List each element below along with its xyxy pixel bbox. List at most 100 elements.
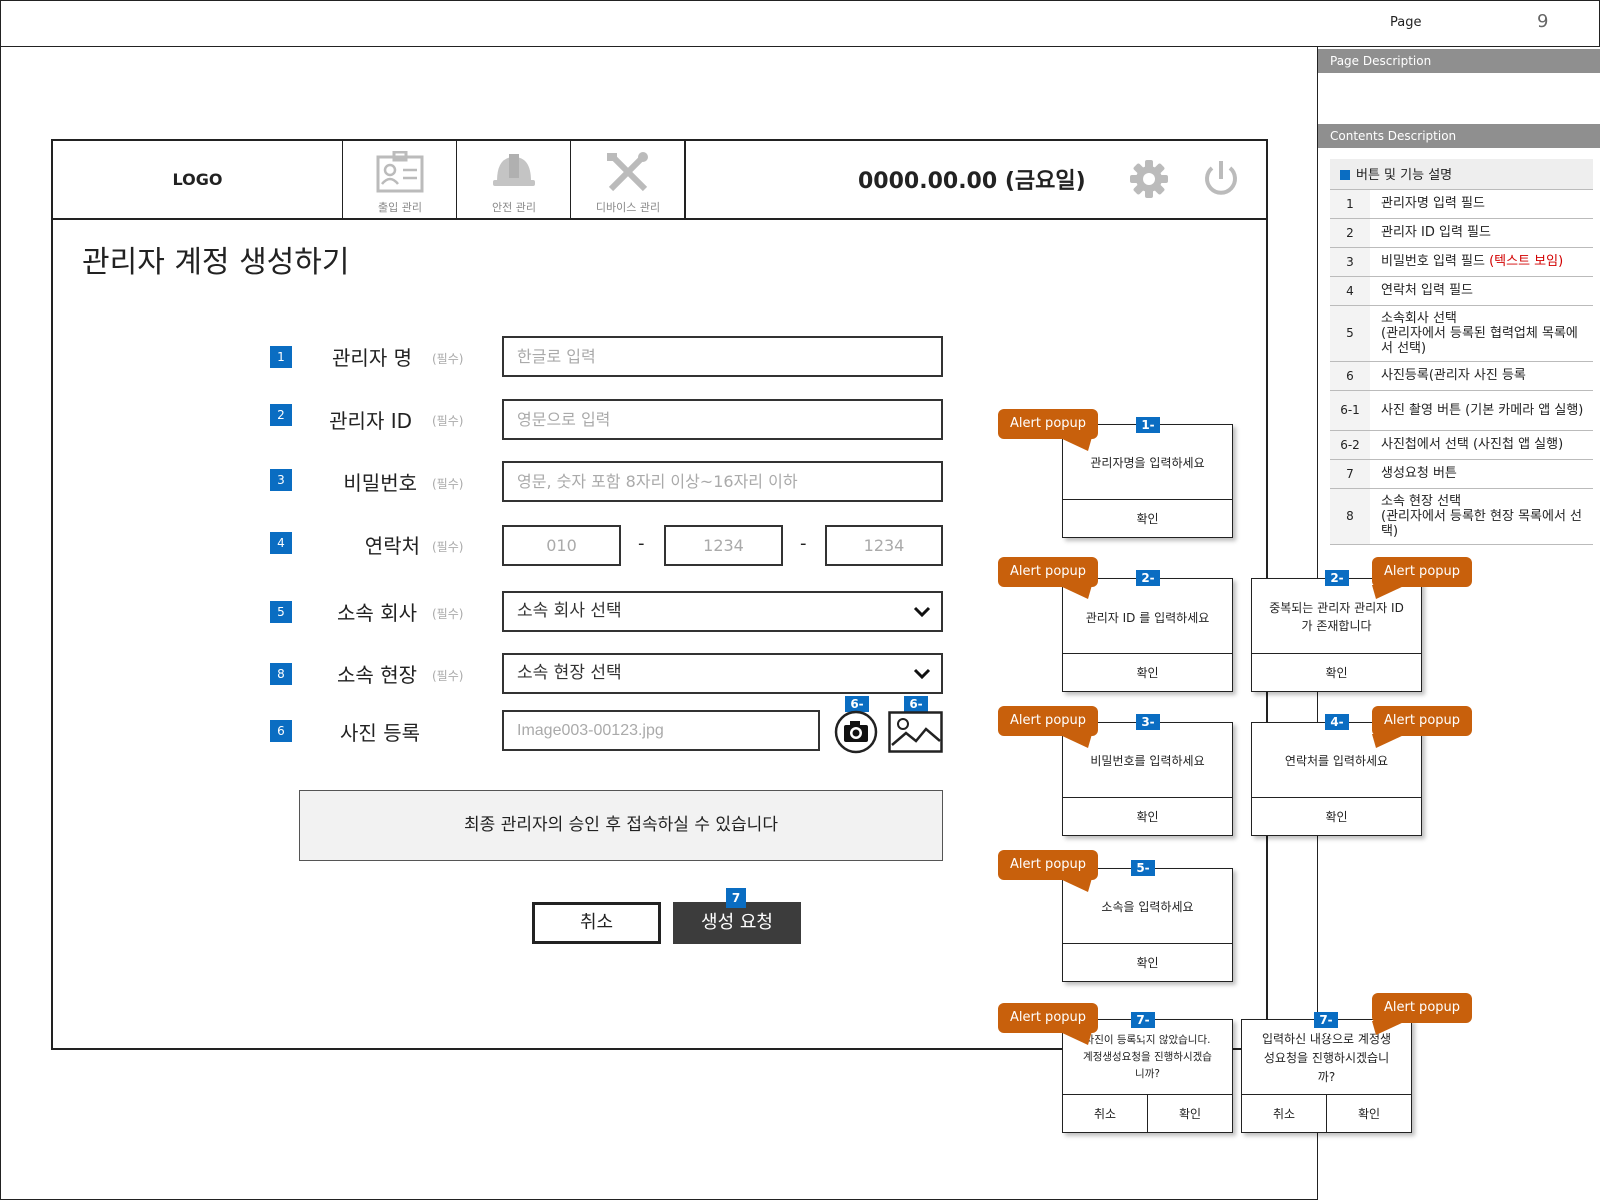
top-bar: Page 9 xyxy=(0,0,1600,47)
nav-label: 안전 관리 xyxy=(492,201,536,214)
alert-callout: Alert popup xyxy=(998,1003,1098,1033)
name-input[interactable]: 한글로 입력 xyxy=(502,336,943,377)
popup-cancel-button[interactable]: 취소 xyxy=(1063,1095,1147,1132)
password-label: 비밀번호 xyxy=(343,471,417,495)
popup-message: 비밀번호를 입력하세요 xyxy=(1090,754,1205,768)
table-row: 7 생성요청 버튼 xyxy=(1330,459,1593,489)
popup-ok-button[interactable]: 확인 xyxy=(1063,944,1232,981)
phone-input-1[interactable]: 010 xyxy=(502,525,621,566)
badge-1: 1 xyxy=(270,346,292,368)
phone-separator: - xyxy=(800,533,807,554)
table-row: 1 관리자명 입력 필드 xyxy=(1330,189,1593,219)
id-input[interactable]: 영문으로 입력 xyxy=(502,399,943,440)
id-label: 관리자 ID xyxy=(329,409,412,433)
popup-ok-button[interactable]: 확인 xyxy=(1252,654,1421,691)
company-select[interactable]: 소속 회사 선택 xyxy=(502,591,943,632)
popup-ok-button[interactable]: 확인 xyxy=(1252,798,1421,835)
badge-2: 2 xyxy=(270,404,292,426)
table-row: 5 소속회사 선택 (관리자에서 등록된 협력업체 목록에서 선택) xyxy=(1330,305,1593,362)
table-row: 6-2 사진첩에서 선택 (사진첩 앱 실행) xyxy=(1330,430,1593,460)
table-row: 8 소속 현장 선택 (관리자에서 등록한 현장 목록에서 선택) xyxy=(1330,488,1593,545)
required-mark: (필수) xyxy=(432,540,464,554)
site-select-value: 소속 현장 선택 xyxy=(517,663,622,683)
page-title: 관리자 계정 생성하기 xyxy=(82,245,350,280)
tools-icon xyxy=(607,152,648,192)
cancel-button[interactable]: 취소 xyxy=(532,902,661,944)
company-label: 소속 회사 xyxy=(337,601,417,625)
badge-4: 4 xyxy=(270,532,292,554)
tag-4-1: 4-1 xyxy=(1325,714,1349,745)
logo: LOGO xyxy=(53,141,343,218)
table-row: 6-1 사진 촬영 버튼 (기본 카메라 앱 실행) xyxy=(1330,390,1593,431)
chevron-down-icon xyxy=(913,606,931,618)
phone-input-2[interactable]: 1234 xyxy=(664,525,783,566)
table-row: 6 사진등록(관리자 사진 등록 xyxy=(1330,361,1593,391)
note-text: (텍스트 보임) xyxy=(1489,254,1564,269)
nav-label: 출입 관리 xyxy=(378,201,422,214)
contents-description-header: Contents Description xyxy=(1318,124,1600,148)
page-description-header: Page Description xyxy=(1318,49,1600,73)
popup-message: 관리자 ID 를 입력하세요 xyxy=(1085,611,1210,625)
popup-ok-button[interactable]: 확인 xyxy=(1063,654,1232,691)
callout-pointer xyxy=(1058,437,1092,451)
table-row: 3 비밀번호 입력 필드 (텍스트 보임) xyxy=(1330,247,1593,277)
popup-cancel-button[interactable]: 취소 xyxy=(1242,1095,1326,1132)
photo-filename-field[interactable]: Image003-00123.jpg xyxy=(502,710,820,751)
tag-2-1: 2-1 xyxy=(1136,570,1160,601)
square-bullet-icon xyxy=(1340,170,1350,181)
tag-7-6: 7-6 xyxy=(1131,1012,1155,1043)
alert-callout: Alert popup xyxy=(998,850,1098,880)
callout-pointer xyxy=(1058,878,1092,892)
popup-ok-button[interactable]: 확인 xyxy=(1063,798,1232,835)
table-row: 4 연락처 입력 필드 xyxy=(1330,276,1593,306)
badge-3: 3 xyxy=(270,469,292,491)
nav-safety-management[interactable]: 안전 관리 xyxy=(457,141,571,218)
gear-icon[interactable] xyxy=(1129,159,1169,199)
photo-label: 사진 등록 xyxy=(340,721,420,745)
popup-message: 연락처를 입력하세요 xyxy=(1284,754,1389,768)
table-row: 2 관리자 ID 입력 필드 xyxy=(1330,218,1593,248)
page-label: Page xyxy=(1390,15,1422,30)
camera-icon[interactable] xyxy=(834,710,878,754)
required-mark: (필수) xyxy=(432,669,464,683)
submit-request-button[interactable]: 생성 요청 xyxy=(673,902,801,944)
popup-ok-button[interactable]: 확인 xyxy=(1147,1095,1232,1132)
callout-pointer xyxy=(1372,734,1406,748)
callout-pointer xyxy=(1372,585,1406,599)
nav-device-management[interactable]: 디바이스 관리 xyxy=(571,141,685,218)
callout-pointer xyxy=(1058,734,1092,748)
phone-input-3[interactable]: 1234 xyxy=(825,525,943,566)
tag-2-1: 2-1 xyxy=(1325,570,1349,601)
required-mark: (필수) xyxy=(432,414,464,428)
image-gallery-icon[interactable] xyxy=(888,711,943,753)
power-icon[interactable] xyxy=(1201,158,1241,200)
alert-callout: Alert popup xyxy=(998,409,1098,439)
alert-callout: Alert popup xyxy=(1372,706,1472,736)
password-input[interactable]: 영문, 숫자 포함 8자리 이상~16자리 이하 xyxy=(502,461,943,502)
chevron-down-icon xyxy=(913,668,931,680)
company-select-value: 소속 회사 선택 xyxy=(517,601,622,621)
helmet-icon xyxy=(493,154,535,186)
popup-ok-button[interactable]: 확인 xyxy=(1063,500,1232,537)
nav-label: 디바이스 관리 xyxy=(595,201,661,214)
site-select[interactable]: 소속 현장 선택 xyxy=(502,653,943,694)
app-header: LOGO 출입 관리 안전 관리 디바이스 관리 0000.00.00 (금요일… xyxy=(51,139,1268,220)
id-card-icon xyxy=(376,151,424,193)
tag-7-7: 7-7 xyxy=(1314,1012,1338,1043)
required-mark: (필수) xyxy=(432,477,464,491)
callout-pointer xyxy=(1058,585,1092,599)
tag-3-1: 3-1 xyxy=(1136,714,1160,745)
header-divider xyxy=(685,141,686,218)
tag-6-2: 6-2 xyxy=(904,696,928,727)
alert-callout: Alert popup xyxy=(998,557,1098,587)
badge-6: 6 xyxy=(270,720,292,742)
phone-separator: - xyxy=(638,533,645,554)
phone-label: 연락처 xyxy=(364,534,420,558)
popup-ok-button[interactable]: 확인 xyxy=(1326,1095,1411,1132)
tag-5-1: 5-1 xyxy=(1131,860,1155,891)
date-display: 0000.00.00 (금요일) xyxy=(858,169,1086,194)
badge-5: 5 xyxy=(270,601,292,623)
popup-message: 중복되는 관리자 관리자 ID 가 존재합니다 xyxy=(1269,601,1404,633)
nav-access-management[interactable]: 출입 관리 xyxy=(343,141,457,218)
tag-7: 7 xyxy=(726,888,746,908)
